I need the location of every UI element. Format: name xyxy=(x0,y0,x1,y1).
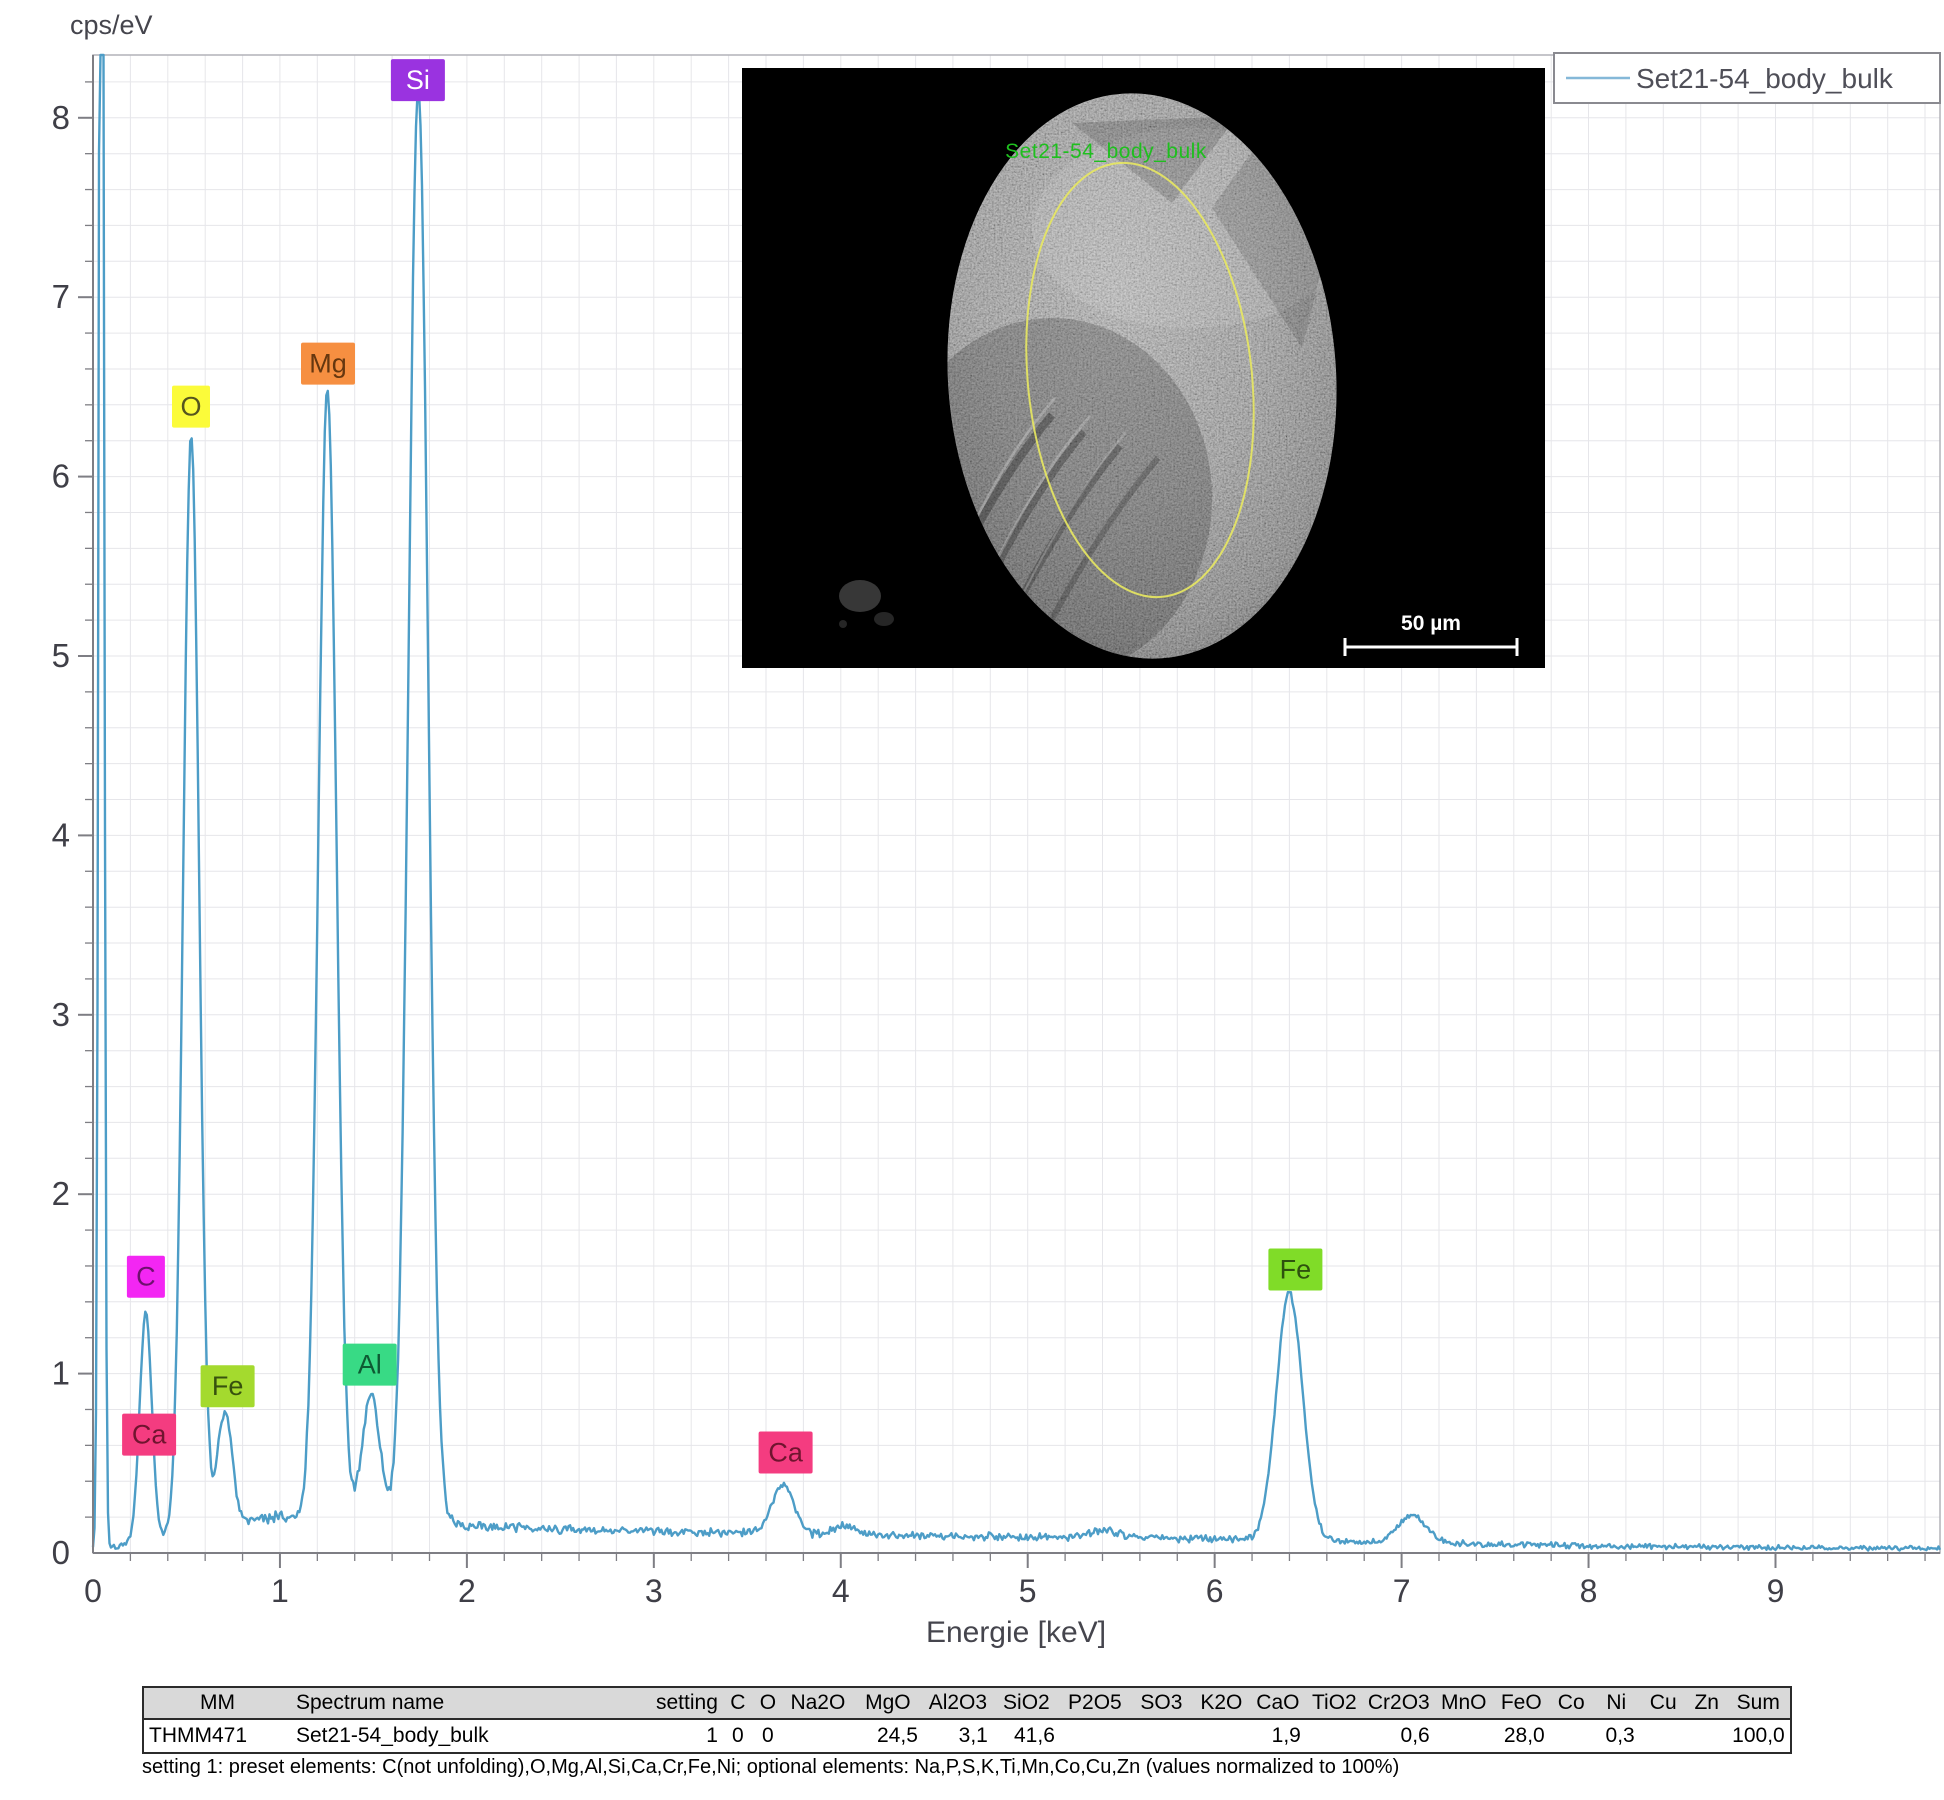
y-tick-label: 7 xyxy=(52,278,70,315)
y-tick-label: 8 xyxy=(52,99,70,136)
y-tick-label: 3 xyxy=(52,996,70,1033)
x-tick-label: 8 xyxy=(1580,1573,1598,1609)
y-axis-unit-label: cps/eV xyxy=(70,10,153,40)
element-marker-fe: Fe xyxy=(201,1365,255,1407)
table-cell: 0 xyxy=(753,1719,783,1753)
table-header-cell: C xyxy=(723,1687,753,1719)
table-cell: 100,0 xyxy=(1727,1719,1791,1753)
table-cell xyxy=(1550,1719,1593,1753)
table-header-cell: Sum xyxy=(1727,1687,1791,1719)
table-row: THMM471Set21-54_body_bulk100 24,53,141,6 1… xyxy=(143,1719,1791,1753)
table-header-cell: CaO xyxy=(1250,1687,1306,1719)
table-cell: 0 xyxy=(723,1719,753,1753)
legend: Set21-54_body_bulk xyxy=(1554,53,1940,103)
element-marker-fe-2: Fe xyxy=(1268,1249,1322,1291)
table-header-cell: Spectrum name xyxy=(291,1687,651,1719)
element-marker-al: Al xyxy=(343,1344,397,1386)
sem-inset: Set21-54_body_bulk 50 µm xyxy=(742,68,1545,668)
table-header-cell: K2O xyxy=(1193,1687,1250,1719)
table-cell xyxy=(1306,1719,1363,1753)
x-tick-label: 5 xyxy=(1019,1573,1037,1609)
sem-region-label: Set21-54_body_bulk xyxy=(1005,140,1207,163)
y-tick-label: 1 xyxy=(52,1355,70,1392)
x-tick-label: 4 xyxy=(832,1573,850,1609)
table-header-cell: setting xyxy=(651,1687,723,1719)
svg-text:O: O xyxy=(180,392,201,422)
table-header-cell: SiO2 xyxy=(993,1687,1060,1719)
x-tick-label: 7 xyxy=(1393,1573,1411,1609)
x-tick-label: 9 xyxy=(1767,1573,1785,1609)
x-tick-label: 3 xyxy=(645,1573,663,1609)
y-tick-label: 6 xyxy=(52,458,70,495)
table-header-cell: MnO xyxy=(1435,1687,1493,1719)
table-header-cell: Al2O3 xyxy=(923,1687,993,1719)
table-cell: 1 xyxy=(651,1719,723,1753)
table-cell xyxy=(1435,1719,1493,1753)
element-marker-si: Si xyxy=(391,59,445,101)
svg-text:Ca: Ca xyxy=(132,1420,167,1450)
x-tick-label: 0 xyxy=(84,1573,102,1609)
table-header-cell: Zn xyxy=(1687,1687,1727,1719)
table-header-cell: Co xyxy=(1550,1687,1593,1719)
x-tick-label: 6 xyxy=(1206,1573,1224,1609)
table-cell: 0,6 xyxy=(1363,1719,1435,1753)
y-tick-label: 0 xyxy=(52,1534,70,1571)
table-cell: 28,0 xyxy=(1493,1719,1550,1753)
svg-text:Ca: Ca xyxy=(768,1438,803,1468)
table-cell: 24,5 xyxy=(853,1719,923,1753)
table-header-cell: TiO2 xyxy=(1306,1687,1363,1719)
element-marker-c: C xyxy=(127,1256,165,1298)
element-marker-ca: Ca xyxy=(122,1414,176,1456)
x-tick-label: 1 xyxy=(271,1573,289,1609)
table-cell: Set21-54_body_bulk xyxy=(291,1719,651,1753)
table-cell: 0,3 xyxy=(1593,1719,1640,1753)
table-cell: 41,6 xyxy=(993,1719,1060,1753)
table-cell xyxy=(1687,1719,1727,1753)
svg-text:Al: Al xyxy=(358,1350,382,1380)
table-cell xyxy=(783,1719,853,1753)
quantification-table: MMSpectrum namesettingCONa2OMgOAl2O3SiO2… xyxy=(142,1686,1792,1754)
svg-text:Si: Si xyxy=(406,65,430,95)
table-cell xyxy=(1640,1719,1687,1753)
table-cell: 3,1 xyxy=(923,1719,993,1753)
svg-text:C: C xyxy=(136,1262,156,1292)
x-tick-label: 2 xyxy=(458,1573,476,1609)
y-tick-label: 4 xyxy=(52,816,70,853)
table-header-cell: SO3 xyxy=(1130,1687,1193,1719)
scale-bar-label: 50 µm xyxy=(1401,612,1461,635)
x-axis-title: Energie [keV] xyxy=(926,1616,1106,1649)
table-header-cell: Cu xyxy=(1640,1687,1687,1719)
y-tick-label: 5 xyxy=(52,637,70,674)
table-header-cell: Ni xyxy=(1593,1687,1640,1719)
table-cell: 1,9 xyxy=(1250,1719,1306,1753)
table-header-cell: P2O5 xyxy=(1060,1687,1130,1719)
table-header-cell: MM xyxy=(143,1687,291,1719)
table-header-cell: MgO xyxy=(853,1687,923,1719)
eds-report-page: CCaOFeMgAlSiCaFe0123456789012345678 cps/… xyxy=(0,0,1944,1800)
svg-text:Mg: Mg xyxy=(309,349,347,379)
svg-text:Fe: Fe xyxy=(1280,1255,1312,1285)
legend-series-label: Set21-54_body_bulk xyxy=(1636,63,1894,94)
element-marker-mg: Mg xyxy=(301,343,355,385)
element-marker-ca-2: Ca xyxy=(759,1432,813,1474)
y-tick-label: 2 xyxy=(52,1175,70,1212)
table-cell: THMM471 xyxy=(143,1719,291,1753)
table-cell xyxy=(1130,1719,1193,1753)
element-marker-o: O xyxy=(172,386,210,428)
table-header-cell: Na2O xyxy=(783,1687,853,1719)
settings-footnote: setting 1: preset elements: C(not unfold… xyxy=(142,1756,1399,1779)
sem-image: Set21-54_body_bulk 50 µm xyxy=(742,68,1545,668)
table-header-cell: FeO xyxy=(1493,1687,1550,1719)
table-cell xyxy=(1060,1719,1130,1753)
table-header-row: MMSpectrum namesettingCONa2OMgOAl2O3SiO2… xyxy=(143,1687,1791,1719)
table-header-cell: O xyxy=(753,1687,783,1719)
svg-text:Fe: Fe xyxy=(212,1371,244,1401)
table-cell xyxy=(1193,1719,1250,1753)
table-header-cell: Cr2O3 xyxy=(1363,1687,1435,1719)
